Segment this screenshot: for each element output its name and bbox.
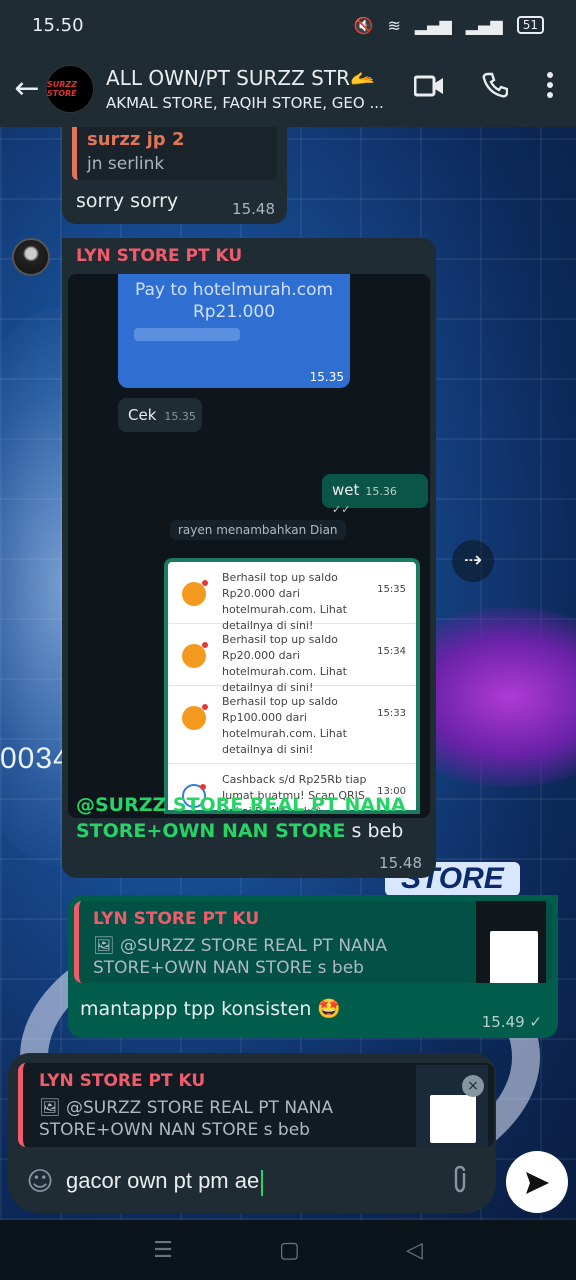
dana-icon	[182, 642, 208, 668]
pay-sub-badge	[134, 328, 240, 341]
message-time: 15.48	[232, 200, 275, 218]
reply-preview: LYN STORE PT KU 🖼 @SURZZ STORE REAL PT N…	[8, 1053, 496, 1151]
dana-icon	[182, 580, 208, 606]
screenshot-wet-bubble: wet 15.36 ✓✓	[322, 474, 428, 516]
attach-icon[interactable]	[440, 1165, 480, 1199]
close-icon[interactable]: ×	[462, 1075, 484, 1097]
notification-text: Berhasil top up saldo Rp100.000 dari hot…	[222, 695, 347, 756]
phone-icon[interactable]	[482, 72, 509, 105]
screenshot-payment-card: Pay to hotelmurah.com Rp21.000 15.35	[118, 274, 350, 388]
chat-header: ← SURZZ STORE ALL OWN/PT SURZZ STR🫴 AKMA…	[0, 50, 576, 127]
more-icon[interactable]	[546, 72, 554, 105]
home-button[interactable]: ▢	[279, 1238, 300, 1263]
forward-icon[interactable]: ⇢	[452, 540, 494, 582]
sender-name[interactable]: LYN STORE PT KU	[76, 246, 242, 266]
back-button[interactable]: ◁	[406, 1238, 423, 1263]
group-title: ALL OWN/PT SURZZ STR🫴	[106, 65, 375, 90]
status-icons: 🔇 ≋ ▂▄▆ ▂▄▆ 51	[354, 16, 544, 35]
notification-text: Berhasil top up saldo Rp20.000 dari hote…	[222, 633, 347, 694]
notification-row: Berhasil top up saldo Rp100.000 dari hot…	[168, 686, 416, 764]
system-nav-bar: ☰ ▢ ◁	[0, 1220, 576, 1280]
dana-icon	[182, 704, 208, 730]
quoted-text: 🖼 @SURZZ STORE REAL PT NANA STORE+OWN NA…	[93, 936, 388, 978]
recent-apps-button[interactable]: ☰	[153, 1238, 173, 1263]
message-time: 15.49 ✓	[481, 1013, 542, 1031]
video-call-icon[interactable]	[413, 74, 444, 104]
message-text: mantappp tpp konsisten 🤩	[80, 998, 342, 1020]
pay-title: Pay to hotelmurah.com	[134, 280, 334, 300]
screenshot-cek-bubble: Cek 15.35	[118, 398, 202, 432]
message-caption: @SURZZ STORE REAL PT NANA STORE+OWN NAN …	[76, 792, 426, 844]
sticker-icon[interactable]: ☺	[20, 1167, 60, 1197]
notification-row: Berhasil top up saldo Rp20.000 dari hote…	[168, 562, 416, 632]
message-bubble[interactable]: surzz jp 2 jn serlink sorry sorry 15.48	[62, 127, 287, 224]
quoted-message[interactable]: LYN STORE PT KU 🖼 @SURZZ STORE REAL PT N…	[74, 901, 552, 983]
notification-time: 15:35	[377, 584, 406, 595]
group-avatar[interactable]: SURZZ STORE	[46, 64, 94, 113]
message-text: sorry sorry	[76, 190, 179, 212]
message-bubble-outgoing[interactable]: LYN STORE PT KU 🖼 @SURZZ STORE REAL PT N…	[68, 895, 558, 1038]
cek-text: Cek	[128, 406, 157, 424]
group-info[interactable]: ALL OWN/PT SURZZ STR🫴 AKMAL STORE, FAQIH…	[106, 66, 396, 112]
pay-time: 15.35	[309, 370, 344, 384]
battery-icon: 51	[516, 16, 544, 34]
message-input[interactable]: gacor own pt pm ae	[66, 1168, 440, 1195]
notification-time: 15:34	[377, 646, 406, 657]
message-bubble-image[interactable]: LYN STORE PT KU Pay to hotelmurah.com Rp…	[62, 238, 436, 878]
notification-row: Berhasil top up saldo Rp20.000 dari hote…	[168, 624, 416, 694]
caption-tail: s beb	[345, 820, 404, 842]
clock: 15.50	[32, 14, 84, 36]
group-members: AKMAL STORE, FAQIH STORE, GEO ...	[106, 93, 384, 112]
signal-icon: ▂▄▆	[414, 15, 452, 35]
reply-sender: LYN STORE PT KU	[39, 1071, 206, 1091]
reply-text: 🖼 @SURZZ STORE REAL PT NANA STORE+OWN NA…	[39, 1098, 334, 1140]
wifi-icon: ≋	[387, 15, 401, 35]
screenshot-notification-list: Berhasil top up saldo Rp20.000 dari hote…	[164, 558, 420, 814]
pay-amount: Rp21.000	[192, 302, 276, 322]
notification-time: 15:33	[377, 708, 406, 719]
quoted-message[interactable]: surzz jp 2 jn serlink	[72, 127, 277, 180]
wallpaper-number: 0034	[0, 742, 71, 775]
mute-icon: 🔇	[353, 15, 374, 35]
message-time: 15.48	[379, 854, 422, 872]
wet-text: wet	[332, 481, 360, 499]
quoted-sender: surzz jp 2	[87, 129, 185, 150]
screenshot-system-message: rayen menambahkan Dian	[170, 520, 346, 540]
quoted-thumbnail	[476, 901, 546, 983]
status-bar: 15.50 🔇 ≋ ▂▄▆ ▂▄▆ 51	[0, 0, 576, 50]
back-arrow-icon[interactable]: ←	[8, 71, 46, 106]
reply-quote[interactable]: LYN STORE PT KU 🖼 @SURZZ STORE REAL PT N…	[18, 1063, 494, 1147]
quoted-text: jn serlink	[87, 154, 165, 174]
send-button[interactable]	[506, 1151, 568, 1213]
image-attachment[interactable]: Pay to hotelmurah.com Rp21.000 15.35 Cek…	[68, 274, 430, 818]
notification-text: Berhasil top up saldo Rp20.000 dari hote…	[222, 571, 347, 632]
cek-time: 15.35	[164, 410, 196, 423]
quoted-sender: LYN STORE PT KU	[93, 909, 260, 929]
sender-avatar[interactable]	[12, 238, 50, 276]
message-composer: ☺ gacor own pt pm ae	[8, 1151, 496, 1213]
signal-icon-2: ▂▄▆	[465, 15, 503, 35]
